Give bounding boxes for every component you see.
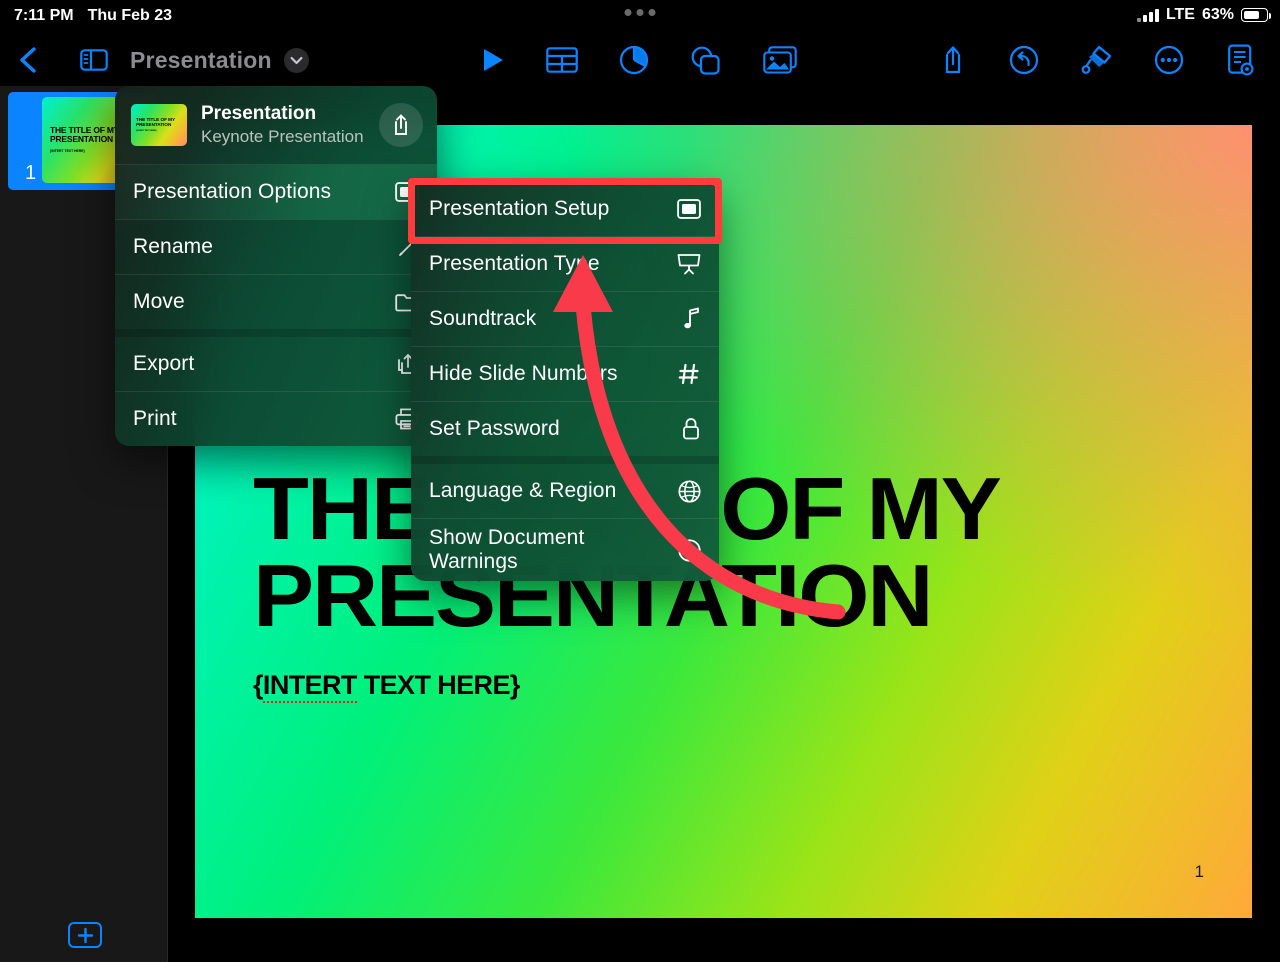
submenu-item-label: Presentation Type [429,252,600,275]
globe-icon [678,479,701,503]
battery-icon [1241,8,1271,22]
submenu-item-set-password[interactable]: Set Password [411,402,719,456]
context-menu-header: THE TITLE OF MY PRESENTATION {INTERT TEX… [115,86,437,164]
number-sign-icon [677,362,701,386]
media-image-icon[interactable] [758,34,802,86]
document-thumbnail: THE TITLE OF MY PRESENTATION {INTERT TEX… [131,103,187,146]
app-toolbar: Presentation [0,34,1280,86]
submenu-item-label: Set Password [429,417,560,440]
menu-item-rename[interactable]: Rename [115,220,437,274]
submenu-item-presentation-type[interactable]: Presentation Type [411,237,719,291]
context-menu-document-subtitle: Keynote Presentation... [201,126,365,146]
document-context-menu[interactable]: THE TITLE OF MY PRESENTATION {INTERT TEX… [115,86,437,446]
menu-item-print[interactable]: Print [115,392,437,446]
submenu-item-label: Hide Slide Numbers [429,362,618,385]
projector-screen-icon [677,253,701,275]
menu-item-label: Rename [133,234,213,258]
document-navigator-icon[interactable] [1218,34,1262,86]
submenu-item-show-document-warnings[interactable]: Show Document Warnings [411,519,719,581]
submenu-item-hide-slide-numbers[interactable]: Hide Slide Numbers [411,347,719,401]
thumbnail-subtitle: {INTERT TEXT HERE} [50,149,85,153]
status-time: 7:11 PM [14,7,74,24]
menu-item-label: Print [133,406,177,430]
submenu-item-label: Soundtrack [429,307,537,330]
cellular-bars-icon [1136,8,1159,22]
chevron-down-icon[interactable] [283,47,309,73]
music-note-icon [683,307,701,331]
document-thumbnail-subtitle: {INTERT TEXT HERE} [136,129,157,132]
submenu-item-label: Presentation Setup [429,197,610,220]
menu-item-label: Presentation Options [133,179,332,203]
menu-item-label: Move [133,289,185,313]
undo-button[interactable] [1003,34,1045,86]
menu-item-presentation-options[interactable]: Presentation Options [115,164,437,219]
context-menu-document-name: Presentation [201,103,317,124]
ipad-keynote-screen: 7:11 PM Thu Feb 23 LTE 63% Presentation [0,0,1280,962]
warning-circle-icon [678,538,701,562]
status-bar: 7:11 PM Thu Feb 23 LTE 63% [0,0,1280,34]
back-button[interactable] [8,34,48,86]
slide-subtitle-text[interactable]: {INTERT TEXT HERE} [253,670,521,703]
subtitle-brace-open: { [253,670,264,700]
status-battery-percent: 63% [1201,6,1234,23]
status-date: Thu Feb 23 [87,7,173,24]
submenu-item-label: Language & Region [429,479,617,502]
share-button[interactable] [932,34,974,86]
add-slide-button[interactable] [68,922,102,948]
menu-item-export[interactable]: Export [115,337,437,391]
submenu-item-label: Show Document Warnings [429,526,585,573]
slide-number-label: 1 [25,162,37,184]
submenu-item-presentation-setup[interactable]: Presentation Setup [411,182,719,236]
subtitle-misspelled-word: INTERT [262,670,357,703]
paintbrush-icon[interactable] [1076,34,1118,86]
menu-item-move[interactable]: Move [115,275,437,329]
submenu-item-soundtrack[interactable]: Soundtrack [411,292,719,346]
status-network: LTE [1165,6,1195,23]
lock-icon [681,417,701,441]
shapes-icon[interactable] [684,34,726,86]
presentation-display-icon [677,199,701,219]
subtitle-rest: TEXT HERE} [356,670,521,700]
more-button[interactable] [1148,34,1190,86]
play-button[interactable] [472,34,514,86]
sidebar-toggle-icon[interactable] [74,34,114,86]
pie-chart-icon[interactable] [613,34,655,86]
table-icon[interactable] [541,34,583,86]
slide-title-text[interactable]: THE TITLE OF MY PRESENTATION [253,464,1231,639]
multitask-handle[interactable] [624,9,656,16]
menu-item-label: Export [133,351,195,375]
submenu-item-language-region[interactable]: Language & Region [411,464,719,518]
page-title: Presentation [130,46,272,73]
share-icon[interactable] [379,102,423,147]
presentation-options-submenu[interactable]: Presentation Setup Presentation Type Sou… [411,182,719,581]
document-thumbnail-title: THE TITLE OF MY PRESENTATION [136,116,175,128]
plus-icon [77,927,93,943]
slide-page-number: 1 [1194,862,1204,881]
document-title-button[interactable]: Presentation [130,34,309,86]
